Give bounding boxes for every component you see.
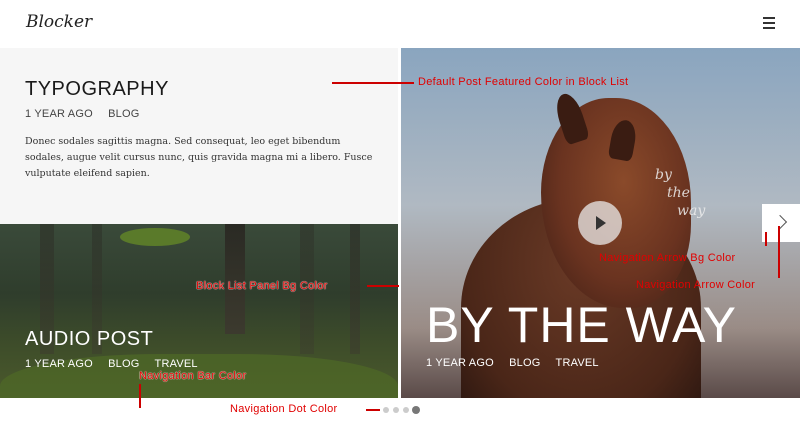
handwriting-word: the xyxy=(667,185,690,201)
post-meta: 1 YEAR AGO BLOG TRAVEL xyxy=(426,357,611,369)
annotation-line xyxy=(332,82,414,84)
annotation-nav-bar: Navigation Bar Color xyxy=(139,370,247,382)
post-meta: 1 YEAR AGO BLOG TRAVEL xyxy=(25,358,210,370)
chevron-right-icon[interactable] xyxy=(762,204,800,242)
post-title[interactable]: AUDIO POST xyxy=(25,328,153,351)
play-icon[interactable] xyxy=(578,201,622,245)
annotation-line xyxy=(139,384,141,408)
post-date: 1 YEAR AGO xyxy=(25,358,93,370)
post-date: 1 YEAR AGO xyxy=(25,108,93,120)
annotation-line xyxy=(778,226,780,278)
hamburger-menu-icon[interactable] xyxy=(763,17,775,29)
annotation-line xyxy=(765,232,767,246)
annotation-default-post: Default Post Featured Color in Block Lis… xyxy=(418,76,629,88)
nav-dot[interactable] xyxy=(403,407,409,413)
post-card-featured[interactable]: by the way BY THE WAY 1 YEAR AGO BLOG TR… xyxy=(401,48,800,398)
post-title[interactable]: TYPOGRAPHY xyxy=(25,78,169,101)
post-category[interactable]: TRAVEL xyxy=(556,357,599,369)
post-category[interactable]: BLOG xyxy=(509,357,540,369)
handwriting-word: by xyxy=(655,167,672,183)
handwriting-word: way xyxy=(677,203,706,219)
post-card-typography[interactable]: TYPOGRAPHY 1 YEAR AGO BLOG Donec sodales… xyxy=(0,48,398,224)
tree-trunk xyxy=(350,224,360,354)
nav-dot[interactable] xyxy=(383,407,389,413)
site-header: Blocker xyxy=(0,0,800,48)
post-title[interactable]: BY THE WAY xyxy=(426,296,737,354)
post-category[interactable]: BLOG xyxy=(108,358,139,370)
post-category[interactable]: TRAVEL xyxy=(155,358,198,370)
annotation-block-list-panel: Block List Panel Bg Color xyxy=(196,280,328,292)
tree-trunk xyxy=(225,224,245,334)
annotation-nav-dot: Navigation Dot Color xyxy=(230,403,338,415)
handwriting-text: by the way xyxy=(655,166,705,220)
nav-dot-active[interactable] xyxy=(412,406,420,414)
post-excerpt: Donec sodales sagittis magna. Sed conseq… xyxy=(25,136,373,179)
site-logo[interactable]: Blocker xyxy=(26,12,92,32)
annotation-nav-arrow: Navigation Arrow Color xyxy=(636,279,756,291)
post-category[interactable]: BLOG xyxy=(108,108,139,120)
moss-branch xyxy=(120,228,190,246)
annotation-line xyxy=(367,285,399,287)
annotation-nav-arrow-bg: Navigation Arrow Bg Color xyxy=(599,252,736,264)
post-meta: 1 YEAR AGO BLOG xyxy=(25,108,151,120)
annotation-line xyxy=(366,409,380,411)
post-date: 1 YEAR AGO xyxy=(426,357,494,369)
nav-dot[interactable] xyxy=(393,407,399,413)
